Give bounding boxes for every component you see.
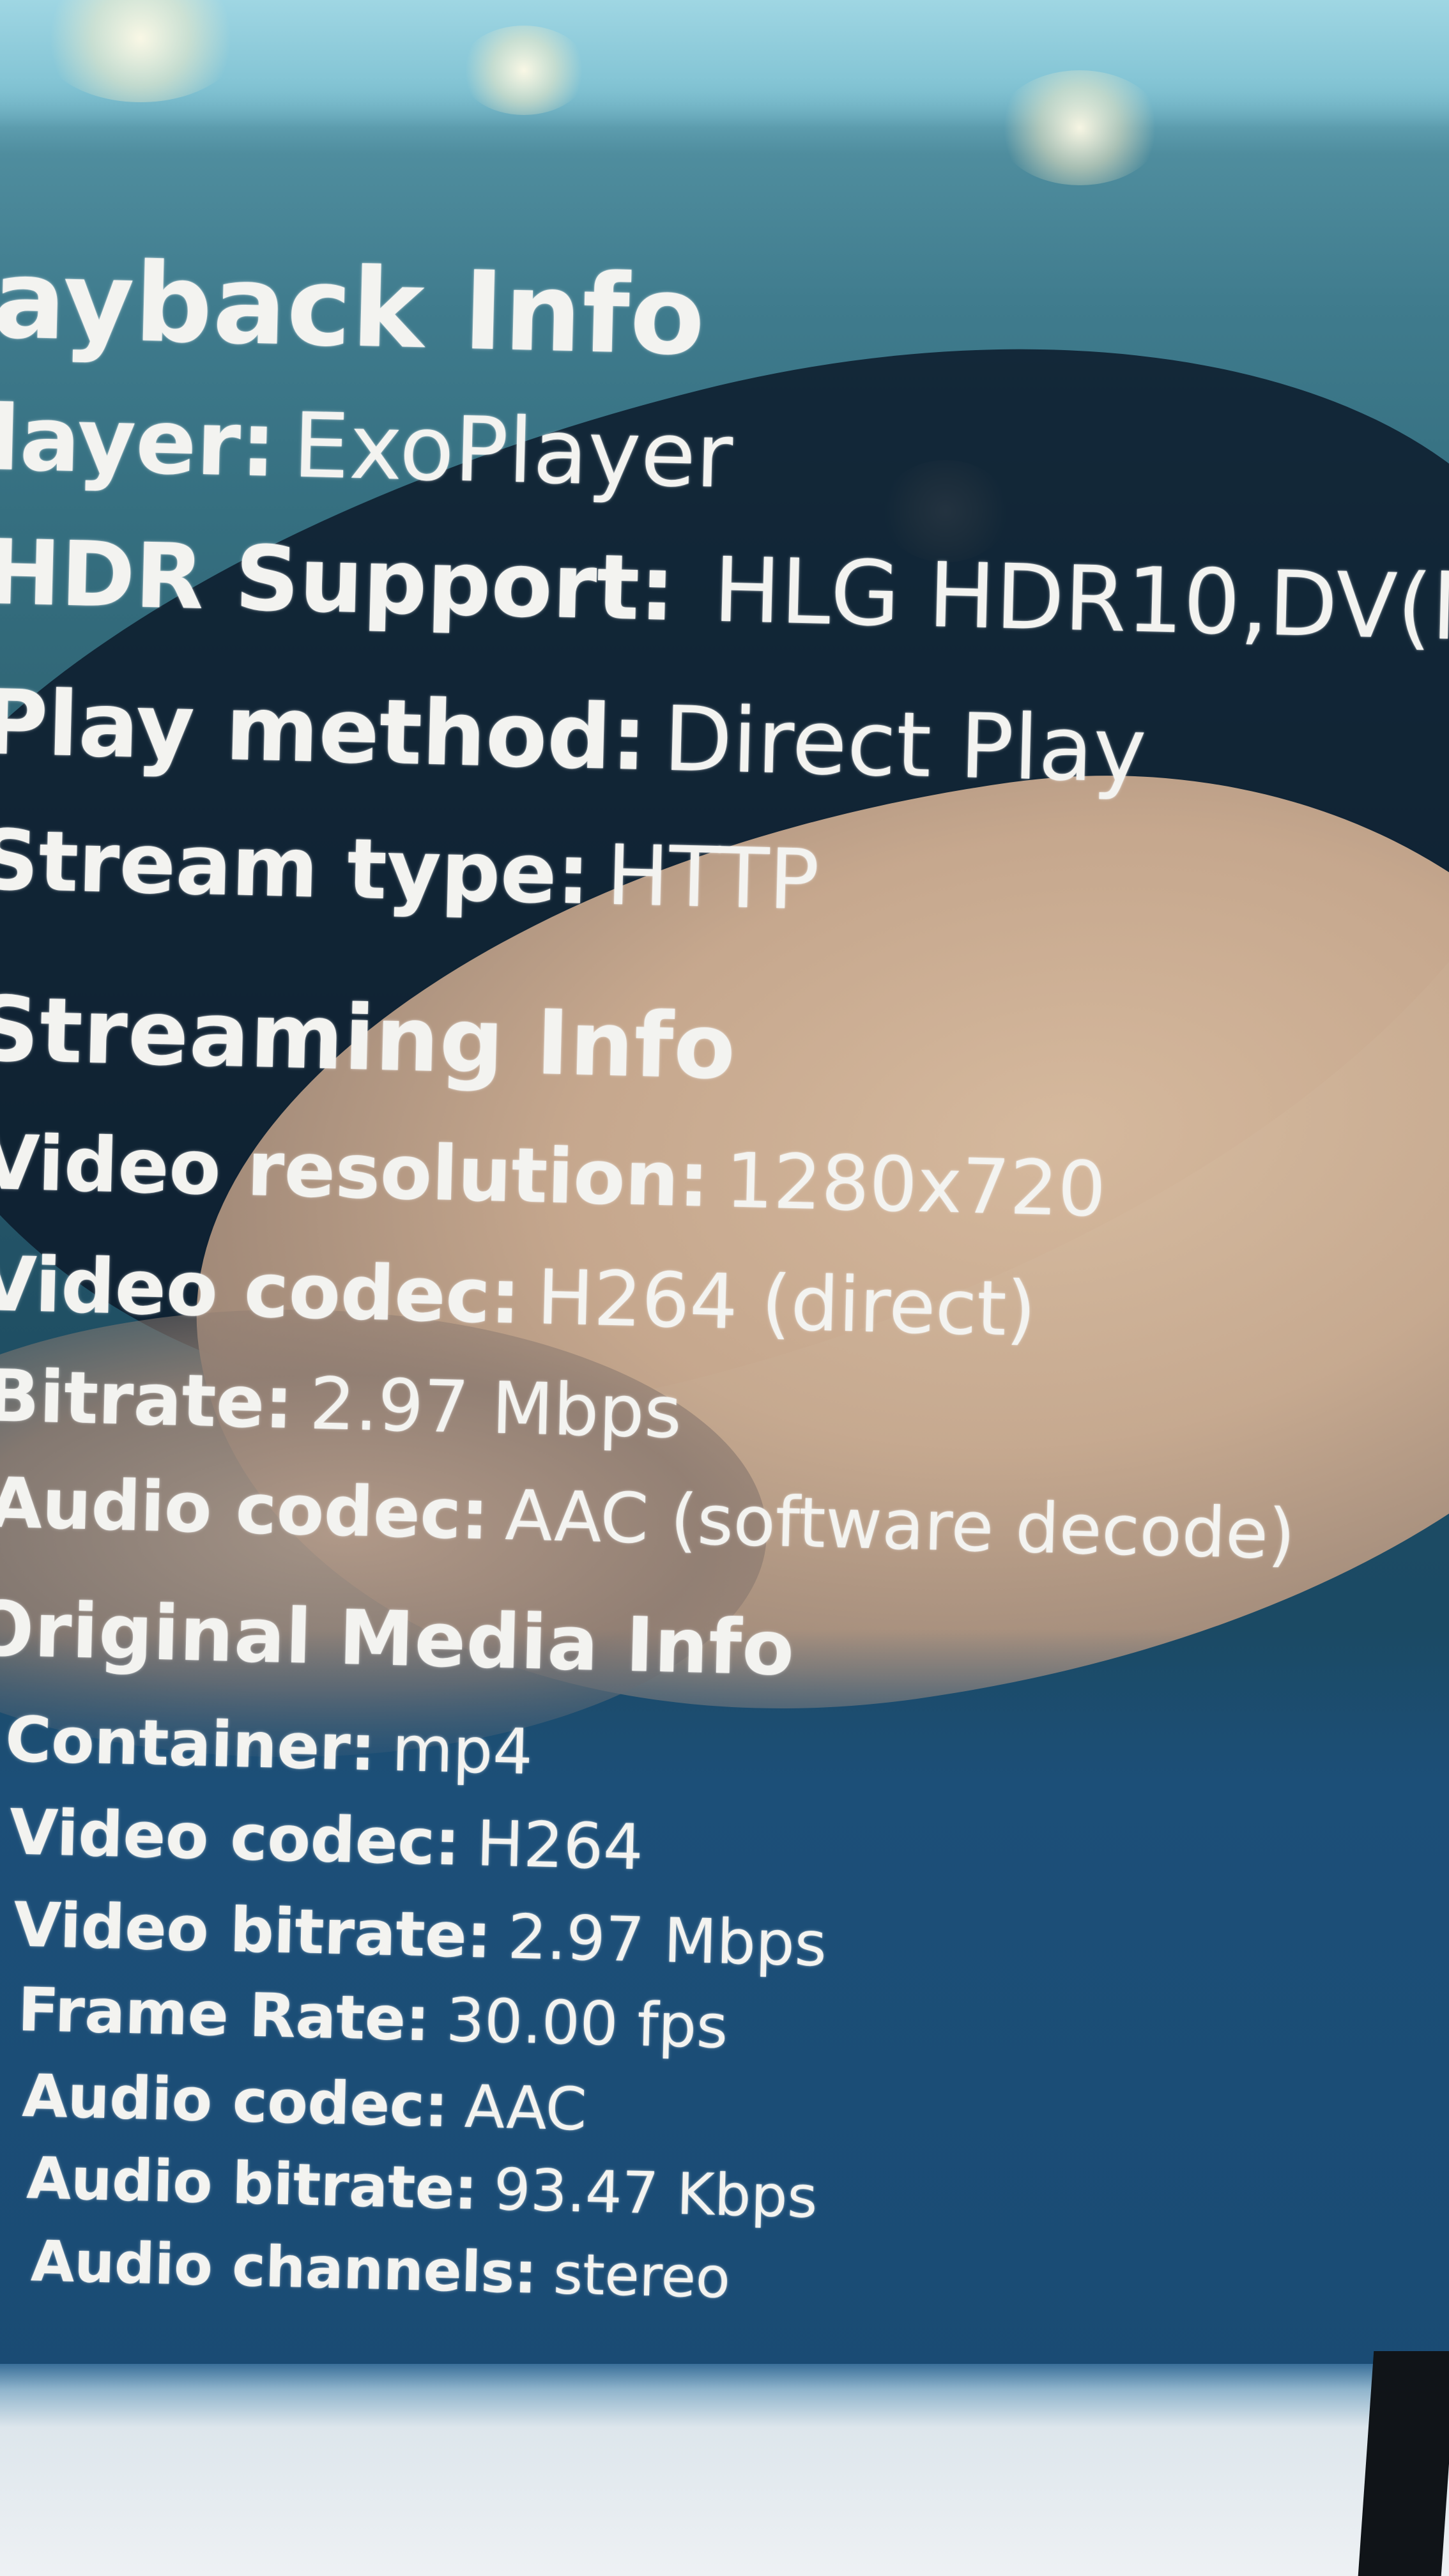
container-value: mp4 xyxy=(391,1712,533,1790)
stream-type-value: HTTP xyxy=(605,826,820,929)
original-video-codec-row: Video codec: H264 xyxy=(9,1796,644,1884)
video-resolution-value: 1280x720 xyxy=(724,1136,1107,1234)
playback-info-overlay: ayback Info layer: ExoPlayer HDR Support:… xyxy=(0,0,1449,2462)
original-video-codec-value: H264 xyxy=(475,1807,644,1885)
audio-codec-label: Audio codec: xyxy=(0,1463,490,1556)
stream-type-label: Stream type: xyxy=(0,811,592,923)
player-row: layer: ExoPlayer xyxy=(0,387,734,509)
player-label: layer: xyxy=(0,386,278,498)
video-bitrate-label: Video bitrate: xyxy=(13,1889,493,1972)
hdr-support-label: HDR Support: xyxy=(0,520,677,642)
tv-frame-edge xyxy=(1358,2351,1449,2576)
play-method-row: Play method: Direct Play xyxy=(0,671,1147,803)
hdr-support-row: HDR Support: HLG HDR10,DV(limit xyxy=(0,521,1449,665)
video-bitrate-value: 2.97 Mbps xyxy=(507,1901,828,1981)
playback-info-title: ayback Info xyxy=(0,236,707,381)
video-resolution-label: Video resolution: xyxy=(0,1117,710,1224)
bitrate-label: Bitrate: xyxy=(0,1354,295,1445)
audio-codec-row: Audio codec: AAC (software decode) xyxy=(0,1463,1296,1575)
original-audio-codec-row: Audio codec: AAC xyxy=(22,2062,588,2144)
original-audio-codec-value: AAC xyxy=(463,2072,588,2144)
audio-bitrate-row: Audio bitrate: 93.47 Kbps xyxy=(26,2145,818,2231)
audio-channels-label: Audio channels: xyxy=(30,2228,538,2306)
bitrate-row: Bitrate: 2.97 Mbps xyxy=(0,1354,682,1455)
play-method-label: Play method: xyxy=(0,670,648,792)
tv-bezel-bottom xyxy=(0,2364,1449,2576)
audio-channels-row: Audio channels: stereo xyxy=(30,2228,731,2311)
frame-rate-row: Frame Rate: 30.00 fps xyxy=(17,1975,729,2062)
container-label: Container: xyxy=(4,1703,377,1786)
bitrate-value: 2.97 Mbps xyxy=(309,1362,683,1455)
audio-bitrate-value: 93.47 Kbps xyxy=(493,2156,818,2232)
original-video-codec-label: Video codec: xyxy=(8,1796,461,1880)
frame-rate-label: Frame Rate: xyxy=(17,1975,431,2055)
container-row: Container: mp4 xyxy=(4,1703,533,1789)
streaming-info-title: Streaming Info xyxy=(0,977,737,1100)
play-method-value: Direct Play xyxy=(662,687,1148,804)
audio-bitrate-label: Audio bitrate: xyxy=(26,2145,479,2223)
tv-screen-photo: ayback Info layer: ExoPlayer HDR Support:… xyxy=(0,0,1449,2576)
original-audio-codec-label: Audio codec: xyxy=(21,2061,449,2141)
video-codec-value: H264 (direct) xyxy=(535,1253,1037,1354)
video-codec-row: Video codec: H264 (direct) xyxy=(0,1239,1037,1353)
audio-channels-value: stereo xyxy=(552,2241,732,2311)
stream-type-row: Stream type: HTTP xyxy=(0,811,820,929)
audio-codec-value: AAC (software decode) xyxy=(504,1476,1296,1575)
player-value: ExoPlayer xyxy=(291,394,734,509)
original-media-info-title: Original Media Info xyxy=(0,1584,796,1693)
video-bitrate-row: Video bitrate: 2.97 Mbps xyxy=(13,1889,827,1980)
frame-rate-value: 30.00 fps xyxy=(445,1986,729,2062)
video-resolution-row: Video resolution: 1280x720 xyxy=(0,1118,1107,1234)
video-codec-label: Video codec: xyxy=(0,1239,522,1341)
hdr-support-value: HLG HDR10,DV(limit xyxy=(712,538,1449,665)
